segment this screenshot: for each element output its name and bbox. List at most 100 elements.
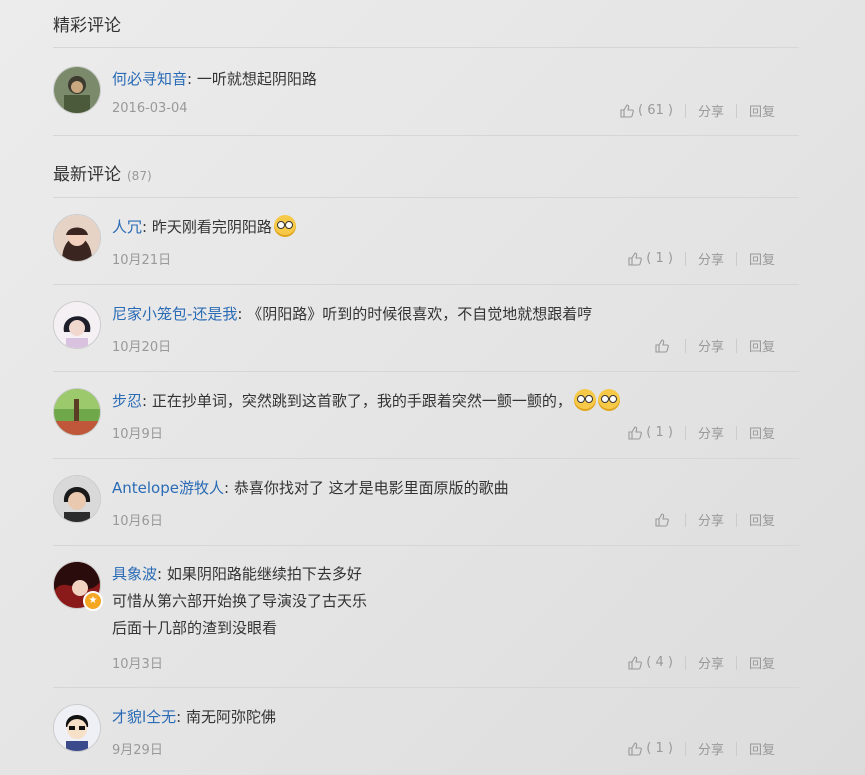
- separator: :: [176, 708, 186, 726]
- comment-actions: ( 1 ) 分享 回复: [627, 739, 775, 758]
- reply-button[interactable]: 回复: [749, 336, 775, 355]
- comment-actions: 分享 回复: [654, 510, 775, 529]
- comment-meta: 10月21日 ( 1 ) 分享 回复: [112, 249, 799, 269]
- avatar[interactable]: [53, 214, 101, 262]
- comment-item: 何必寻知音: 一听就想起阴阳路 2016-03-04 ( 61 ) 分享 回复: [53, 66, 799, 126]
- latest-title-text: 最新评论: [53, 165, 121, 185]
- comment-text: 步忍: 正在抄单词，突然跳到这首歌了，我的手跟着突然一颤一颤的，: [112, 388, 799, 415]
- like-count: ( 4 ): [646, 655, 673, 670]
- like-button[interactable]: ( 1 ): [627, 425, 673, 441]
- divider: [53, 545, 799, 546]
- reply-button[interactable]: 回复: [749, 249, 775, 268]
- comment-item: 步忍: 正在抄单词，突然跳到这首歌了，我的手跟着突然一颤一颤的， 10月9日 (…: [53, 388, 799, 448]
- action-divider: [735, 512, 737, 527]
- comment-item: 尼家小笼包-还是我: 《阴阳路》听到的时候很喜欢，不自觉地就想跟着哼 10月20…: [53, 301, 799, 361]
- timestamp: 2016-03-04: [112, 101, 188, 116]
- like-count: ( 1 ): [646, 425, 673, 440]
- reply-button[interactable]: 回复: [749, 101, 775, 120]
- like-button[interactable]: [654, 338, 673, 354]
- divider: [53, 47, 799, 48]
- share-button[interactable]: 分享: [698, 510, 724, 529]
- action-divider: [735, 338, 737, 353]
- divider: [53, 197, 799, 198]
- comment-item: Antelope游牧人: 恭喜你找对了 这才是电影里面原版的歌曲 10月6日 分…: [53, 475, 799, 535]
- comment-item: 人冗: 昨天刚看完阴阳路 10月21日 ( 1 ) 分享 回复: [53, 214, 799, 274]
- action-divider: [684, 741, 686, 756]
- avatar[interactable]: [53, 301, 101, 349]
- reply-button[interactable]: 回复: [749, 739, 775, 758]
- reply-button[interactable]: 回复: [749, 653, 775, 672]
- username-link[interactable]: 才貌l仝无: [112, 708, 176, 726]
- avatar[interactable]: [53, 66, 101, 114]
- comment-count: (87): [127, 169, 152, 183]
- divider: [53, 135, 799, 136]
- username-link[interactable]: 具象波: [112, 565, 157, 583]
- timestamp: 10月6日: [112, 514, 163, 529]
- comment-text: 何必寻知音: 一听就想起阴阳路: [112, 66, 799, 93]
- like-count: ( 1 ): [646, 251, 673, 266]
- comment-actions: ( 61 ) 分享 回复: [619, 101, 775, 120]
- timestamp: 10月3日: [112, 657, 163, 672]
- share-button[interactable]: 分享: [698, 101, 724, 120]
- comment-text: 尼家小笼包-还是我: 《阴阳路》听到的时候很喜欢，不自觉地就想跟着哼: [112, 301, 799, 328]
- username-link[interactable]: 尼家小笼包-还是我: [112, 305, 237, 323]
- username-link[interactable]: 人冗: [112, 218, 142, 236]
- comment-actions: ( 4 ) 分享 回复: [627, 653, 775, 672]
- thumbs-up-icon: [628, 251, 643, 266]
- like-button[interactable]: ( 1 ): [627, 251, 673, 267]
- share-button[interactable]: 分享: [698, 739, 724, 758]
- timestamp: 10月9日: [112, 427, 163, 442]
- action-divider: [735, 425, 737, 440]
- comment-content: 《阴阳路》听到的时候很喜欢，不自觉地就想跟着哼: [247, 305, 593, 323]
- separator: :: [142, 218, 152, 236]
- action-divider: [684, 103, 686, 118]
- separator: :: [187, 70, 197, 88]
- like-button[interactable]: ( 61 ): [619, 103, 673, 119]
- comment-meta: 9月29日 ( 1 ) 分享 回复: [112, 739, 799, 759]
- avatar[interactable]: [53, 704, 101, 752]
- comment-content: 昨天刚看完阴阳路: [151, 218, 272, 236]
- action-divider: [684, 655, 686, 670]
- action-divider: [684, 512, 686, 527]
- like-button[interactable]: ( 4 ): [627, 655, 673, 671]
- comment-actions: 分享 回复: [654, 336, 775, 355]
- username-link[interactable]: 步忍: [112, 392, 142, 410]
- comment-content-line: 后面十几部的渣到没眼看: [112, 619, 278, 637]
- separator: :: [142, 392, 152, 410]
- username-link[interactable]: Antelope游牧人: [112, 479, 224, 497]
- share-button[interactable]: 分享: [698, 653, 724, 672]
- action-divider: [735, 655, 737, 670]
- avatar[interactable]: [53, 388, 101, 436]
- comment-meta: 10月6日 分享 回复: [112, 510, 799, 530]
- thumbs-up-icon: [655, 338, 669, 353]
- comment-actions: ( 1 ) 分享 回复: [627, 423, 775, 442]
- share-button[interactable]: 分享: [698, 249, 724, 268]
- comment-meta: 10月9日 ( 1 ) 分享 回复: [112, 423, 799, 443]
- comment-meta: 10月20日 分享 回复: [112, 336, 799, 356]
- divider: [53, 687, 799, 688]
- like-count: ( 1 ): [646, 741, 673, 756]
- thumbs-up-icon: [655, 512, 669, 527]
- divider: [53, 371, 799, 372]
- comment-meta: 10月3日 ( 4 ) 分享 回复: [112, 653, 799, 673]
- comment-content: 如果阴阳路能继续拍下去多好: [166, 565, 362, 583]
- comments-panel: 精彩评论 何必寻知音: 一听就想起阴阳路 2016-03-04 ( 61 ) 分…: [0, 0, 865, 775]
- comment-actions: ( 1 ) 分享 回复: [627, 249, 775, 268]
- avatar[interactable]: [53, 475, 101, 523]
- like-button[interactable]: ( 1 ): [627, 741, 673, 757]
- reply-button[interactable]: 回复: [749, 510, 775, 529]
- comment-content-line: 可惜从第六部开始换了导演没了古天乐: [112, 592, 368, 610]
- comment-text: Antelope游牧人: 恭喜你找对了 这才是电影里面原版的歌曲: [112, 475, 799, 502]
- share-button[interactable]: 分享: [698, 423, 724, 442]
- username-link[interactable]: 何必寻知音: [112, 70, 187, 88]
- divider: [53, 284, 799, 285]
- comment-meta: 2016-03-04 ( 61 ) 分享 回复: [112, 101, 799, 121]
- featured-comments-title: 精彩评论: [53, 11, 121, 36]
- share-button[interactable]: 分享: [698, 336, 724, 355]
- comment-text: 才貌l仝无: 南无阿弥陀佛: [112, 704, 799, 731]
- like-button[interactable]: [654, 512, 673, 528]
- comment-content: 一听就想起阴阳路: [196, 70, 317, 88]
- divider: [53, 458, 799, 459]
- action-divider: [684, 338, 686, 353]
- reply-button[interactable]: 回复: [749, 423, 775, 442]
